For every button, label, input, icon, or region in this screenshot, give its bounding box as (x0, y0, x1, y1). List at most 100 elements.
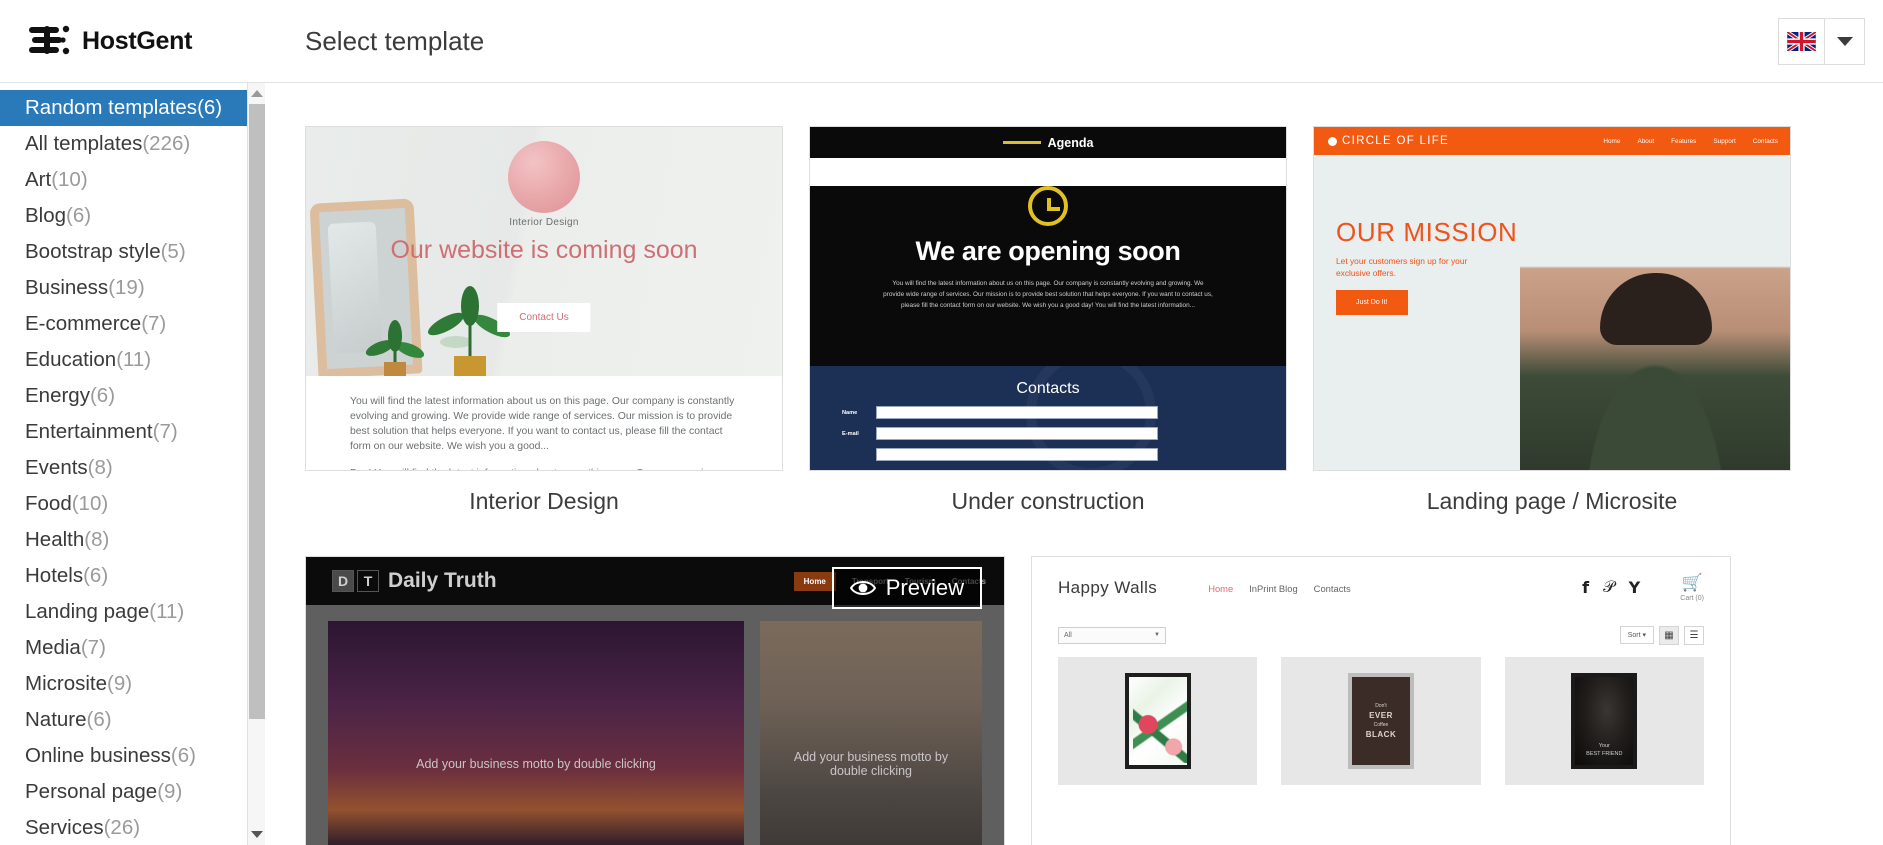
email-input[interactable] (876, 427, 1158, 440)
sidebar-item-education[interactable]: Education(11) (0, 342, 264, 378)
sidebar-item-label: Online business (25, 744, 171, 767)
menu-item-home[interactable]: Home (1208, 583, 1233, 594)
sidebar-item-entertainment[interactable]: Entertainment(7) (0, 414, 264, 450)
contact-us-button[interactable]: Contact Us (497, 303, 591, 332)
pinterest-icon[interactable]: 𝒫 (1603, 579, 1615, 597)
facebook-icon[interactable]: 𝗳 (1582, 578, 1589, 598)
cta-button[interactable]: Just Do It! (1336, 290, 1408, 315)
sidebar-item-label: Personal page (25, 780, 158, 803)
sidebar-item-energy[interactable]: Energy(6) (0, 378, 264, 414)
sidebar-item-label: Media (25, 636, 81, 659)
menu-item-contacts[interactable]: Contacts (1314, 583, 1351, 594)
grid-view-icon[interactable]: ▦ (1659, 625, 1679, 645)
sidebar-item-food[interactable]: Food(10) (0, 486, 264, 522)
sidebar-item-label: Food (25, 492, 72, 515)
sidebar-item-microsite[interactable]: Microsite(9) (0, 666, 264, 702)
sidebar-item-count: (6) (83, 564, 109, 587)
name-label: Name (842, 409, 858, 416)
template-brand: Agenda (1047, 135, 1094, 150)
poster-item[interactable]: Don't EVER Coffee BLACK (1281, 657, 1481, 785)
menu-item-contacts[interactable]: Contacts (1753, 138, 1778, 145)
list-view-icon[interactable]: ☰ (1684, 625, 1704, 645)
language-button[interactable] (1778, 17, 1825, 65)
shopping-cart-icon: 🛒 (1681, 572, 1703, 592)
sidebar-item-count: (9) (107, 672, 133, 695)
template-card-daily-truth[interactable]: D T Daily Truth HomeTransportTourismCont… (305, 556, 1005, 845)
template-card-landing-microsite[interactable]: CIRCLE OF LIFE Home About Features Support C… (1313, 126, 1791, 515)
menu-item-home[interactable]: Home (793, 571, 836, 591)
paragraph: Day! You will find the latest informatio… (350, 466, 738, 470)
sort-button[interactable]: Sort ▾ (1619, 626, 1654, 644)
language-dropdown-button[interactable] (1825, 17, 1865, 65)
contacts-section: Contacts Name E-mail (810, 366, 1286, 470)
template-thumbnail[interactable]: D T Daily Truth HomeTransportTourismCont… (305, 556, 1005, 845)
brand[interactable]: HostGent (0, 24, 265, 58)
sidebar-item-count: (226) (142, 132, 191, 155)
sidebar-item-label: Microsite (25, 672, 108, 695)
template-caption: Interior Design (469, 488, 619, 514)
template-card-happy-walls[interactable]: Happy Walls Home InPrint Blog Contacts 𝗳 𝒫… (1031, 556, 1731, 845)
scrollbar-thumb[interactable] (249, 104, 265, 719)
name-input[interactable] (876, 406, 1158, 419)
sidebar-scrollbar[interactable] (247, 83, 265, 845)
sidebar-item-all-templates[interactable]: All templates(226) (0, 126, 264, 162)
category-list: Random templates(6) All templates(226) Art… (0, 83, 264, 845)
message-input[interactable] (876, 448, 1158, 461)
person-photo (1520, 221, 1790, 470)
twitter-icon[interactable]: 𝗬 (1629, 578, 1641, 598)
chevron-down-icon (1836, 36, 1853, 46)
scroll-up-arrow-icon[interactable] (248, 83, 266, 104)
preview-button[interactable]: Preview (831, 567, 982, 609)
template-subheading: Let your customers sign up for your excl… (1336, 256, 1468, 278)
sidebar-item-label: Services (25, 816, 104, 839)
sidebar-item-random-templates[interactable]: Random templates(6) (0, 90, 264, 126)
sidebar-item-art[interactable]: Art(10) (0, 162, 264, 198)
page-title: Select template (305, 25, 485, 56)
daily-truth-body: Add your business motto by double clicki… (306, 605, 1004, 845)
menu-item-inprint-blog[interactable]: InPrint Blog (1249, 583, 1297, 594)
poster-line: Your (1598, 743, 1610, 749)
hostgent-logo-icon (29, 25, 70, 55)
sidebar-item-label: All templates (25, 132, 143, 155)
poster-item[interactable] (1058, 657, 1258, 785)
menu-item-home[interactable]: Home (1603, 138, 1620, 145)
hero-image-night-sky: Add your business motto by double clicki… (328, 621, 744, 845)
scroll-down-arrow-icon[interactable] (248, 824, 266, 845)
menu-item-features[interactable]: Features (1671, 138, 1696, 145)
poster-grid: Don't EVER Coffee BLACK Your BEST FRIEND (1032, 651, 1730, 785)
agenda-topbar: Agenda (810, 127, 1286, 158)
sidebar-item-health[interactable]: Health(8) (0, 522, 264, 558)
category-filter-select[interactable]: All ▼ (1058, 626, 1166, 644)
hero-image-van: Add your business motto by double clicki… (760, 621, 982, 845)
template-thumbnail[interactable]: Agenda We are opening soon You will find… (809, 126, 1287, 471)
happy-walls-navbar: Happy Walls Home InPrint Blog Contacts 𝗳 𝒫… (1032, 557, 1730, 619)
sidebar-item-e-commerce[interactable]: E-commerce(7) (0, 306, 264, 342)
sidebar-item-nature[interactable]: Nature(6) (0, 702, 264, 738)
sidebar-item-events[interactable]: Events(8) (0, 450, 264, 486)
template-thumbnail[interactable]: CIRCLE OF LIFE Home About Features Support C… (1313, 126, 1791, 471)
sidebar-item-business[interactable]: Business(19) (0, 270, 264, 306)
sidebar-item-count: (26) (103, 816, 141, 839)
template-thumbnail[interactable]: Happy Walls Home InPrint Blog Contacts 𝗳 𝒫… (1031, 556, 1731, 845)
sidebar-item-online-business[interactable]: Online business(6) (0, 738, 264, 774)
sidebar-item-count: (6) (66, 204, 92, 227)
sidebar-item-services[interactable]: Services(26) (0, 810, 264, 845)
navbar-menu: Home About Features Support Contacts (1603, 138, 1778, 145)
poster-frame-coffee: Don't EVER Coffee BLACK (1347, 673, 1414, 769)
poster-item[interactable]: Your BEST FRIEND (1504, 657, 1704, 785)
menu-item-about[interactable]: About (1637, 138, 1654, 145)
template-card-under-construction[interactable]: Agenda We are opening soon You will find… (809, 126, 1287, 515)
menu-item-support[interactable]: Support (1713, 138, 1735, 145)
sidebar-item-blog[interactable]: Blog(6) (0, 198, 264, 234)
sidebar-item-count: (10) (71, 492, 109, 515)
sidebar-item-hotels[interactable]: Hotels(6) (0, 558, 264, 594)
template-card-interior-design[interactable]: Interior Design Our website is coming so… (305, 126, 783, 515)
sidebar-item-label: Education (25, 348, 117, 371)
sidebar-item-personal-page[interactable]: Personal page(9) (0, 774, 264, 810)
sidebar-item-media[interactable]: Media(7) (0, 630, 264, 666)
sidebar-item-landing-page[interactable]: Landing page(11) (0, 594, 264, 630)
template-heading: Our website is coming soon (390, 236, 698, 264)
template-thumbnail[interactable]: Interior Design Our website is coming so… (305, 126, 783, 471)
sidebar-item-bootstrap-style[interactable]: Bootstrap style(5) (0, 234, 264, 270)
cart-widget[interactable]: 🛒 Cart (0) (1680, 572, 1704, 602)
